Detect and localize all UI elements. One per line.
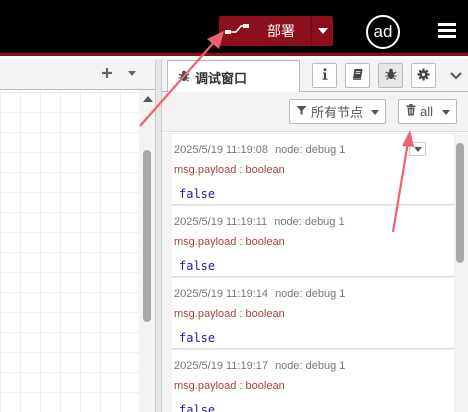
- scroll-up-icon[interactable]: [143, 96, 153, 102]
- deploy-icon: [219, 16, 255, 46]
- info-icon: [320, 68, 330, 83]
- user-avatar[interactable]: ad: [366, 15, 400, 49]
- bug-icon: [178, 70, 190, 85]
- chevron-down-icon: [371, 110, 379, 115]
- tab-debug-icon[interactable]: [378, 63, 403, 88]
- tab-help[interactable]: [345, 63, 370, 88]
- message-meta: 2025/5/19 11:19:11 node: debug 1: [174, 216, 345, 228]
- filter-icon: [296, 105, 307, 119]
- message-topic: msg.payload : boolean: [174, 308, 285, 320]
- clear-messages-button[interactable]: all: [398, 99, 457, 124]
- debug-message[interactable]: 2025/5/19 11:19:11 node: debug 1 msg.pay…: [172, 205, 454, 277]
- debug-message-panel: 2025/5/19 11:19:08 node: debug 1 msg.pay…: [162, 133, 468, 412]
- debug-message[interactable]: 2025/5/19 11:19:14 node: debug 1 msg.pay…: [172, 277, 454, 349]
- message-timestamp: 2025/5/19 11:19:17: [174, 360, 268, 372]
- message-menu-button[interactable]: [409, 142, 426, 156]
- message-payload: false: [179, 259, 216, 273]
- message-payload: false: [179, 403, 216, 412]
- clear-label: all: [420, 104, 434, 119]
- scrollbar-thumb[interactable]: [456, 143, 464, 263]
- canvas-scrollbar[interactable]: [139, 90, 155, 412]
- message-topic: msg.payload : boolean: [174, 380, 285, 392]
- message-node[interactable]: node: debug 1: [275, 144, 345, 156]
- deploy-menu-caret[interactable]: [312, 28, 333, 34]
- message-payload: false: [179, 187, 216, 201]
- message-timestamp: 2025/5/19 11:19:08: [174, 144, 268, 156]
- scrollbar-thumb[interactable]: [143, 150, 151, 322]
- app-header: 部署 ad: [0, 0, 468, 56]
- workspace-tab-bar: [0, 59, 155, 90]
- message-meta: 2025/5/19 11:19:17 node: debug 1: [174, 360, 345, 372]
- chevron-down-icon[interactable]: [125, 66, 139, 80]
- gear-icon: [417, 68, 430, 84]
- tab-config[interactable]: [411, 63, 436, 88]
- message-scrollbar[interactable]: [454, 133, 468, 412]
- chevron-down-icon: [442, 110, 450, 115]
- tab-debug-label: 调试窗口: [195, 71, 248, 87]
- debug-message-list: 2025/5/19 11:19:08 node: debug 1 msg.pay…: [172, 133, 454, 412]
- message-payload: false: [179, 331, 216, 345]
- flow-canvas[interactable]: [0, 90, 139, 412]
- bug-icon: [385, 68, 397, 83]
- tab-debug[interactable]: 调试窗口: [167, 60, 300, 93]
- tab-info[interactable]: [312, 63, 337, 88]
- message-meta: 2025/5/19 11:19:08 node: debug 1: [174, 144, 345, 156]
- plus-icon[interactable]: [100, 66, 114, 80]
- filter-nodes-button[interactable]: 所有节点: [289, 99, 386, 124]
- debug-message[interactable]: 2025/5/19 11:19:08 node: debug 1 msg.pay…: [172, 133, 454, 205]
- message-timestamp: 2025/5/19 11:19:11: [174, 216, 268, 228]
- message-node[interactable]: node: debug 1: [275, 288, 345, 300]
- sidebar-resize-handle[interactable]: [155, 59, 162, 412]
- deploy-label: 部署: [267, 24, 295, 40]
- sidebar-tab-bar: 调试窗口: [162, 59, 468, 93]
- message-timestamp: 2025/5/19 11:19:14: [174, 288, 268, 300]
- message-meta: 2025/5/19 11:19:14 node: debug 1: [174, 288, 345, 300]
- debug-toolbar: 所有节点 all: [162, 92, 468, 132]
- book-icon: [352, 68, 364, 83]
- deploy-button[interactable]: 部署: [219, 16, 333, 46]
- chevron-down-icon[interactable]: [450, 70, 462, 84]
- message-topic: msg.payload : boolean: [174, 164, 285, 176]
- message-topic: msg.payload : boolean: [174, 236, 285, 248]
- main-menu-icon[interactable]: [438, 23, 456, 39]
- filter-label: 所有节点: [311, 106, 364, 121]
- message-node[interactable]: node: debug 1: [274, 216, 344, 228]
- trash-icon: [406, 104, 416, 119]
- message-node[interactable]: node: debug 1: [275, 360, 345, 372]
- debug-message[interactable]: 2025/5/19 11:19:17 node: debug 1 msg.pay…: [172, 349, 454, 412]
